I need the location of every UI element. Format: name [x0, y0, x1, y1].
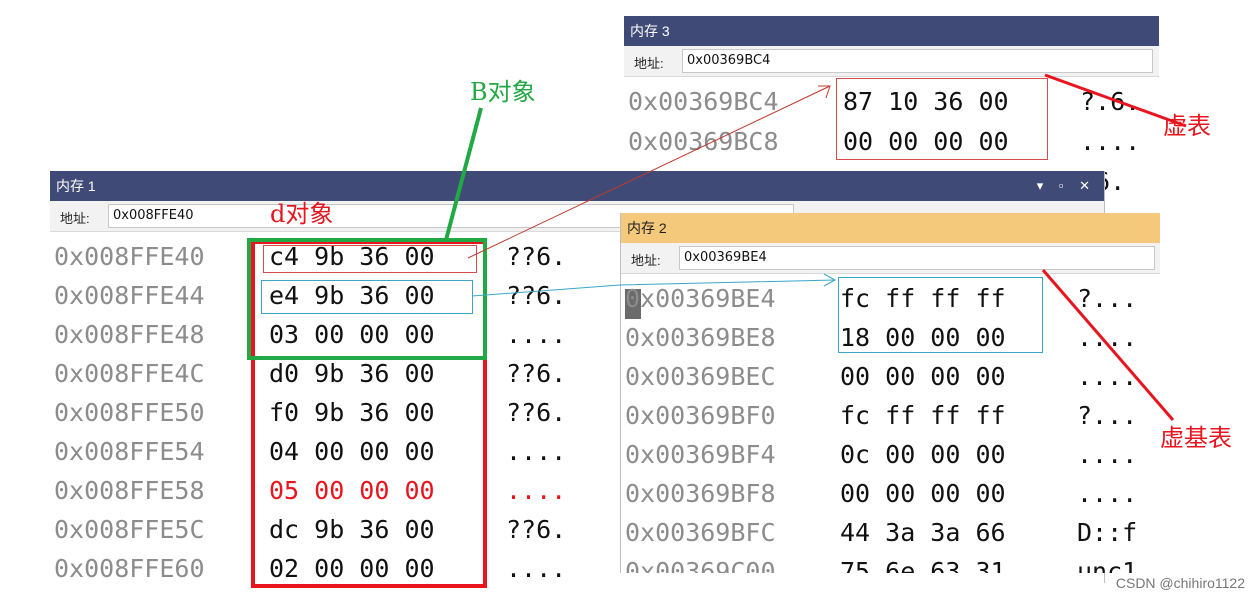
b-object-label: B对象 — [470, 78, 536, 106]
vptr-arrow-line — [467, 85, 831, 259]
watermark: CSDN @chihiro1122 — [1115, 575, 1245, 591]
vtable-label: 虚表 — [1163, 112, 1211, 140]
d-object-label: d对象 — [270, 200, 334, 228]
vbtable-label: 虚基表 — [1160, 424, 1232, 452]
vbptr-arrow-line — [471, 279, 836, 297]
vbtable-label-line — [1041, 269, 1175, 421]
annotation-arrows — [444, 73, 1187, 421]
vptr-arrow-head — [818, 85, 831, 99]
b-object-pointer-line — [444, 107, 483, 241]
